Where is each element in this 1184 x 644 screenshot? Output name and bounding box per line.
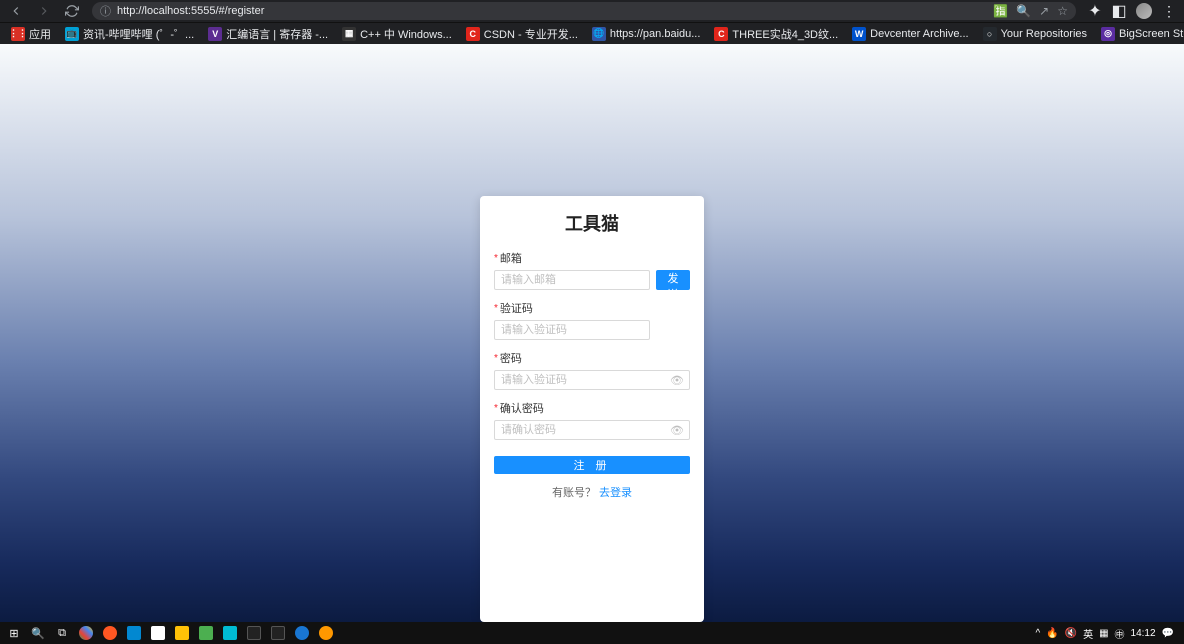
card-title: 工具猫 xyxy=(494,210,690,236)
taskbar-app[interactable] xyxy=(220,624,240,642)
bookmark-item[interactable]: ▦ C++ 中 Windows... xyxy=(337,24,457,44)
password-input[interactable] xyxy=(494,370,690,390)
go-login-link[interactable]: 去登录 xyxy=(599,487,632,499)
windows-taskbar: ⊞ 🔍 ⧉ ^ 🔥 🔇 英 ▦ ㊥ 14:12 💬 xyxy=(0,622,1184,644)
password-label: 密码 xyxy=(500,350,522,366)
nav-forward-button[interactable] xyxy=(36,3,52,19)
taskbar-app[interactable] xyxy=(244,624,264,642)
bookmark-star-icon[interactable]: ☆ xyxy=(1057,4,1068,18)
bookmark-item[interactable]: C THREE实战4_3D纹... xyxy=(709,24,843,44)
eye-icon[interactable]: 👁 xyxy=(670,374,684,387)
required-marker: * xyxy=(494,303,498,314)
ime-mode-indicator[interactable]: ▦ xyxy=(1099,628,1108,639)
bookmarks-bar: ⋮⋮ 应用 📺 资讯-哔哩哔哩 (゜-゜... V 汇编语言 | 寄存器 -... ▦ C++… xyxy=(0,22,1184,44)
email-input[interactable] xyxy=(494,270,650,290)
bookmark-item[interactable]: ⋮⋮ 应用 xyxy=(6,24,56,44)
site-info-icon[interactable]: ⓘ xyxy=(100,3,111,19)
bookmark-favicon: V xyxy=(208,27,222,41)
bookmark-item[interactable]: C CSDN - 专业开发... xyxy=(461,24,583,44)
bookmark-label: Your Repositories xyxy=(1001,28,1087,40)
confirm-label: 确认密码 xyxy=(500,400,544,416)
browser-toolbar: ⓘ 🈯 🔍 ↗ ☆ ✦ ◧ ⋮ xyxy=(0,0,1184,22)
nav-back-button[interactable] xyxy=(8,3,24,19)
taskbar-app[interactable] xyxy=(196,624,216,642)
bookmark-favicon: 🌐 xyxy=(592,27,606,41)
bookmark-item[interactable]: 📺 资讯-哔哩哔哩 (゜-゜... xyxy=(60,24,199,44)
bookmark-label: 资讯-哔哩哔哩 (゜-゜... xyxy=(83,26,194,42)
share-icon[interactable]: ↗ xyxy=(1039,4,1049,18)
translate-icon[interactable]: 🈯 xyxy=(993,4,1008,18)
tray-volume-icon[interactable]: 🔇 xyxy=(1065,628,1077,639)
chrome-menu-button[interactable]: ⋮ xyxy=(1162,3,1176,20)
bookmark-item[interactable]: ◎ BigScreen Studio... xyxy=(1096,25,1184,43)
taskbar-app[interactable] xyxy=(292,624,312,642)
code-input[interactable] xyxy=(494,320,650,340)
bookmark-label: 应用 xyxy=(29,26,51,42)
taskbar-app[interactable] xyxy=(148,624,168,642)
taskbar-app[interactable] xyxy=(172,624,192,642)
send-code-button[interactable]: 发送验证码 xyxy=(656,270,690,290)
page-body: 工具猫 *邮箱 发送验证码 *验证码 *密码 👁 *确认密码 👁 xyxy=(0,44,1184,622)
bookmark-label: C++ 中 Windows... xyxy=(360,26,452,42)
have-account-text: 有账号？ xyxy=(552,487,596,499)
bookmark-favicon: C xyxy=(466,27,480,41)
taskbar-app[interactable] xyxy=(316,624,336,642)
tray-clock[interactable]: 14:12 xyxy=(1131,628,1156,639)
bookmark-label: Devcenter Archive... xyxy=(870,28,968,40)
code-field-group: *验证码 xyxy=(494,300,690,340)
bookmark-favicon: ▦ xyxy=(342,27,356,41)
bookmark-label: BigScreen Studio... xyxy=(1119,28,1184,40)
email-field-group: *邮箱 发送验证码 xyxy=(494,250,690,290)
bookmark-item[interactable]: W Devcenter Archive... xyxy=(847,25,973,43)
required-marker: * xyxy=(494,253,498,264)
taskbar-app[interactable] xyxy=(76,624,96,642)
tray-input-icon[interactable]: ㊥ xyxy=(1115,626,1125,641)
address-bar[interactable]: ⓘ 🈯 🔍 ↗ ☆ xyxy=(92,2,1076,20)
bookmark-favicon: ○ xyxy=(983,27,997,41)
register-card: 工具猫 *邮箱 发送验证码 *验证码 *密码 👁 *确认密码 👁 xyxy=(480,196,704,622)
task-view-button[interactable]: ⧉ xyxy=(52,624,72,642)
email-label: 邮箱 xyxy=(500,250,522,266)
bookmark-label: CSDN - 专业开发... xyxy=(484,26,578,42)
tray-hot-icon[interactable]: 🔥 xyxy=(1046,628,1058,639)
profile-avatar[interactable] xyxy=(1136,3,1152,19)
bookmark-item[interactable]: V 汇编语言 | 寄存器 -... xyxy=(203,24,333,44)
ime-lang-indicator[interactable]: 英 xyxy=(1083,626,1093,641)
tray-notification-icon[interactable]: 💬 xyxy=(1162,628,1174,639)
search-button[interactable]: 🔍 xyxy=(28,624,48,642)
bookmark-label: THREE实战4_3D纹... xyxy=(732,26,838,42)
password-field-group: *密码 👁 xyxy=(494,350,690,390)
bookmark-item[interactable]: 🌐 https://pan.baidu... xyxy=(587,25,706,43)
bookmark-item[interactable]: ○ Your Repositories xyxy=(978,25,1092,43)
url-input[interactable] xyxy=(117,5,987,17)
bookmark-favicon: ⋮⋮ xyxy=(11,27,25,41)
bookmark-label: 汇编语言 | 寄存器 -... xyxy=(226,26,328,42)
bookmark-favicon: ◎ xyxy=(1101,27,1115,41)
nav-reload-button[interactable] xyxy=(64,3,80,19)
taskbar-app[interactable] xyxy=(124,624,144,642)
confirm-field-group: *确认密码 👁 xyxy=(494,400,690,440)
taskbar-app[interactable] xyxy=(268,624,288,642)
eye-icon[interactable]: 👁 xyxy=(670,424,684,437)
extensions-icon[interactable]: ✦ xyxy=(1088,4,1102,18)
required-marker: * xyxy=(494,403,498,414)
bookmark-label: https://pan.baidu... xyxy=(610,28,701,40)
code-label: 验证码 xyxy=(500,300,533,316)
start-button[interactable]: ⊞ xyxy=(4,624,24,642)
system-tray: ^ 🔥 🔇 英 ▦ ㊥ 14:12 💬 xyxy=(1035,626,1180,641)
side-panel-icon[interactable]: ◧ xyxy=(1112,4,1126,18)
bookmark-favicon: C xyxy=(714,27,728,41)
register-button[interactable]: 注 册 xyxy=(494,456,690,474)
confirm-input[interactable] xyxy=(494,420,690,440)
login-prompt: 有账号？ 去登录 xyxy=(494,484,690,500)
required-marker: * xyxy=(494,353,498,364)
tray-chevron-up-icon[interactable]: ^ xyxy=(1035,628,1040,639)
taskbar-app[interactable] xyxy=(100,624,120,642)
bookmark-favicon: W xyxy=(852,27,866,41)
bookmark-favicon: 📺 xyxy=(65,27,79,41)
zoom-icon[interactable]: 🔍 xyxy=(1016,4,1031,18)
